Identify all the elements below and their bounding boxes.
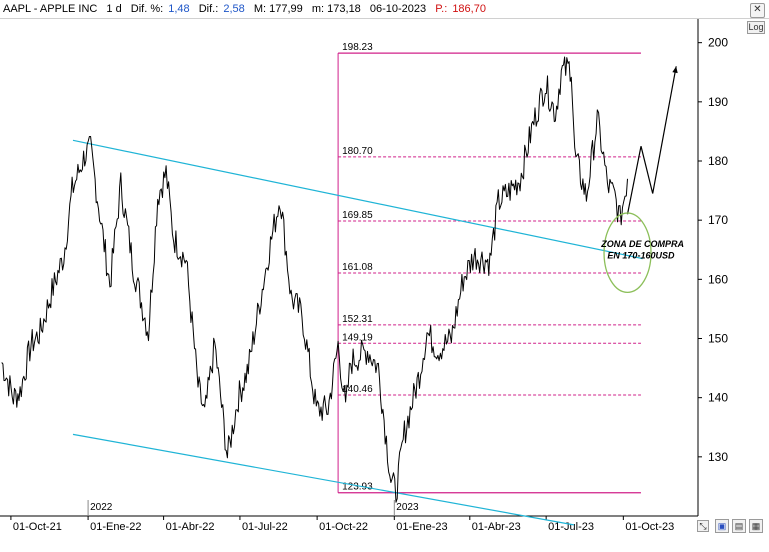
fibo-level-label: 152.31 [342, 314, 373, 325]
settings-icon[interactable]: ▦ [749, 519, 763, 533]
channel-line [72, 139, 643, 260]
annotation-text: EN 170-160USD [607, 251, 675, 261]
price-line [1, 56, 628, 503]
y-tick-label: 190 [708, 95, 728, 109]
x-tick-label: 01-Ene-22 [90, 521, 141, 533]
log-scale-button[interactable]: Log [747, 21, 765, 34]
price-series [1, 56, 628, 503]
fibo-level-label: 180.70 [342, 146, 373, 157]
price-value: 186,70 [452, 3, 486, 15]
price-label: P.: [435, 3, 448, 15]
high-label: M: [253, 3, 267, 15]
x-tick-label: 01-Jul-22 [242, 521, 288, 533]
fibo-level-label: 149.19 [342, 332, 373, 343]
fibo-level-label: 198.23 [342, 42, 373, 53]
x-tick-label: 01-Oct-23 [625, 521, 674, 533]
y-tick-label: 200 [708, 36, 728, 50]
x-tick-label: 01-Abr-22 [166, 521, 215, 533]
projection-line [626, 66, 677, 215]
fibo-level-label: 169.85 [342, 210, 373, 221]
y-tick-label: 180 [708, 154, 728, 168]
projection-arrowhead [672, 66, 678, 74]
dif-label: Dif.: [198, 3, 219, 15]
symbol-label: AAPL - APPLE INC [3, 3, 98, 15]
annotation-text: ZONA DE COMPRA [600, 239, 684, 249]
y-tick-label: 130 [708, 450, 728, 464]
dif-pct-value: 1,48 [168, 3, 190, 15]
title-bar: AAPL - APPLE INC 1 d Dif. %: 1,48 Dif.: … [0, 0, 769, 19]
y-tick-label: 160 [708, 272, 728, 286]
x-tick-label: 01-Abr-23 [472, 521, 521, 533]
dif-value: 2,58 [223, 3, 245, 15]
buy-zone-annotation: ZONA DE COMPRA EN 170-160USD [600, 212, 684, 293]
y-tick-label: 140 [708, 391, 728, 405]
period-label: 1 d [106, 3, 122, 15]
x-tick-label: 01-Oct-22 [319, 521, 368, 533]
save-icon[interactable]: ▣ [715, 519, 729, 533]
x-tick-label: 01-Jul-23 [548, 521, 594, 533]
dif-pct-label: Dif. %: [130, 3, 164, 15]
x-tick-label: 01-Oct-21 [13, 521, 62, 533]
x-tick-label: 01-Ene-23 [396, 521, 447, 533]
fibo-level-label: 161.08 [342, 262, 373, 273]
year-label: 2023 [396, 502, 419, 513]
projection-path [626, 66, 678, 215]
year-label: 2022 [90, 502, 113, 513]
log-label: Log [748, 22, 764, 32]
y-tick-label: 170 [708, 213, 728, 227]
low-label: m: [311, 3, 325, 15]
low-value: 173,18 [327, 3, 361, 15]
chart-type-icon[interactable]: ▤ [732, 519, 746, 533]
zoom-icon[interactable]: ⤡ [697, 520, 709, 532]
y-tick-label: 150 [708, 332, 728, 346]
date-value: 06-10-2023 [369, 3, 427, 15]
price-chart[interactable]: 130 140 150 160 170 180 190 200 01-Oct-21 01-Ene-… [0, 19, 769, 552]
close-icon[interactable]: ✕ [750, 3, 765, 18]
high-value: 177,99 [269, 3, 303, 15]
channel-line [72, 433, 574, 526]
